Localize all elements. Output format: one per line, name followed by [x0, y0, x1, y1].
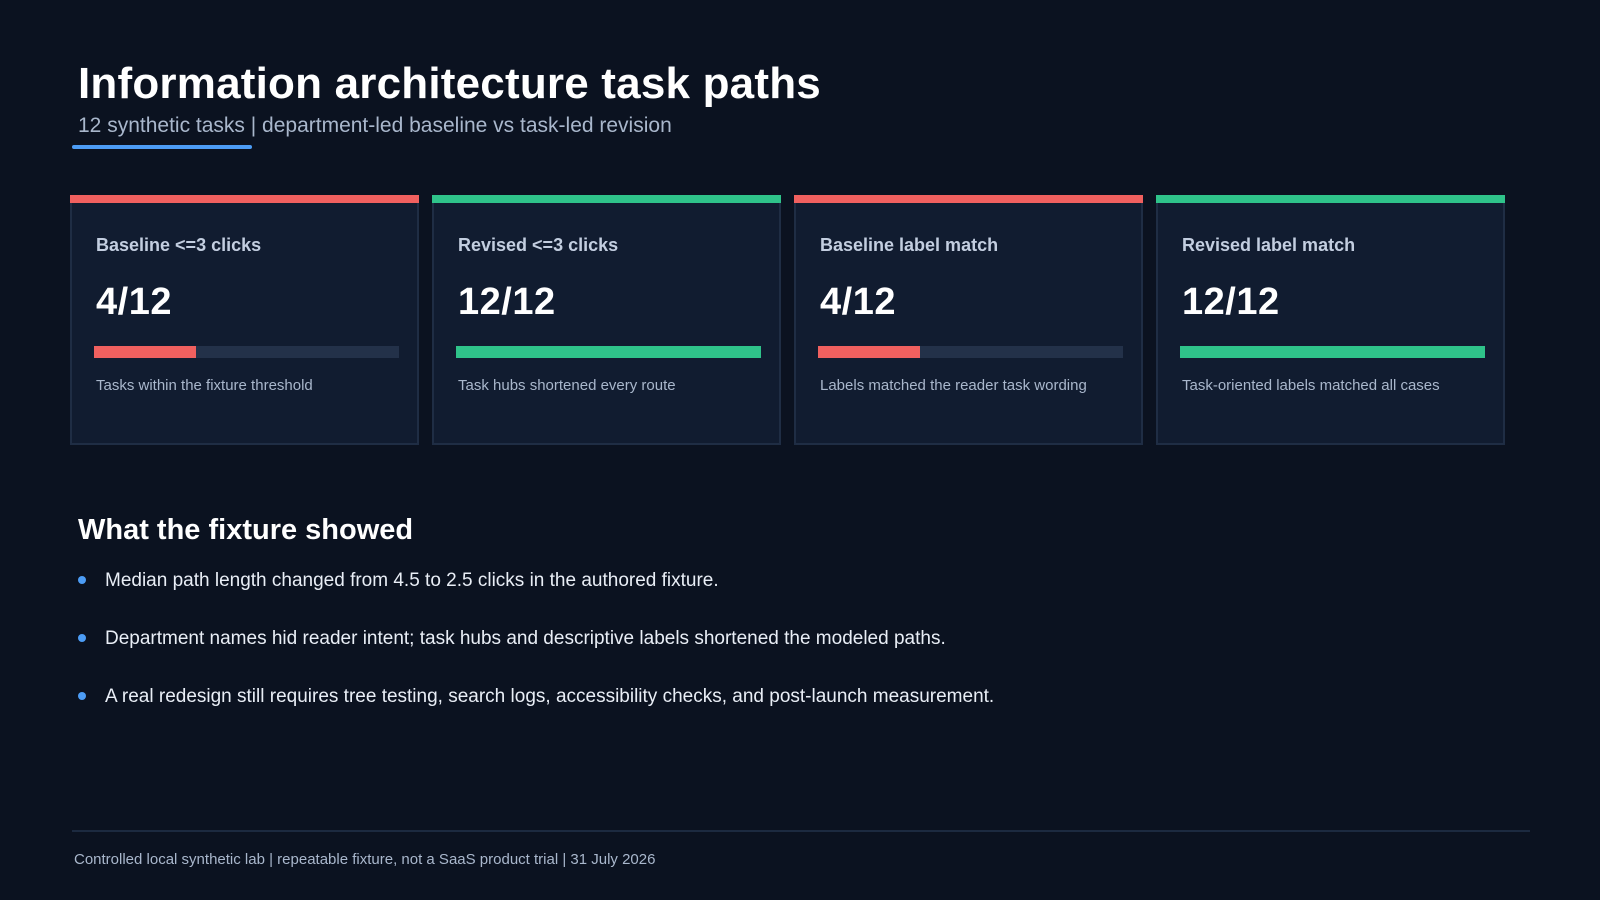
metric-card-revised-label-match: Revised label match 12/12 Task-oriented …	[1156, 195, 1505, 445]
page-title: Information architecture task paths	[78, 59, 821, 108]
page-subtitle: 12 synthetic tasks | department-led base…	[78, 114, 672, 137]
findings-list: Median path length changed from 4.5 to 2…	[78, 568, 994, 742]
list-item: Department names hid reader intent; task…	[78, 626, 994, 684]
card-value: 12/12	[458, 281, 556, 323]
card-note: Task-oriented labels matched all cases	[1182, 377, 1440, 394]
card-status-bar	[432, 195, 781, 203]
progress-track	[1180, 346, 1485, 358]
progress-track	[818, 346, 1123, 358]
list-item: Median path length changed from 4.5 to 2…	[78, 568, 994, 626]
page-header: Information architecture task paths 12 s…	[78, 56, 821, 140]
card-note: Task hubs shortened every route	[458, 377, 676, 394]
metric-cards: Baseline <=3 clicks 4/12 Tasks within th…	[70, 195, 1530, 447]
progress-track	[94, 346, 399, 358]
bullet-dot-icon	[78, 692, 86, 700]
progress-fill	[456, 346, 761, 358]
card-value: 12/12	[1182, 281, 1280, 323]
card-status-bar	[794, 195, 1143, 203]
list-item-text: A real redesign still requires tree test…	[105, 686, 995, 707]
progress-fill	[94, 346, 196, 358]
card-status-bar	[1156, 195, 1505, 203]
card-note: Labels matched the reader task wording	[820, 377, 1087, 394]
list-item: A real redesign still requires tree test…	[78, 684, 994, 742]
card-note: Tasks within the fixture threshold	[96, 377, 313, 394]
bullet-dot-icon	[78, 576, 86, 584]
card-value: 4/12	[96, 281, 172, 323]
progress-fill	[1180, 346, 1485, 358]
metric-card-revised-clicks: Revised <=3 clicks 12/12 Task hubs short…	[432, 195, 781, 445]
card-label: Revised <=3 clicks	[458, 235, 619, 255]
list-item-text: Median path length changed from 4.5 to 2…	[105, 570, 719, 591]
title-underline	[72, 145, 252, 149]
card-label: Baseline <=3 clicks	[96, 235, 262, 255]
list-item-text: Department names hid reader intent; task…	[105, 628, 946, 649]
footer-divider	[72, 830, 1530, 832]
footer-text: Controlled local synthetic lab | repeata…	[74, 851, 656, 868]
card-status-bar	[70, 195, 419, 203]
findings-heading: What the fixture showed	[78, 514, 414, 546]
card-value: 4/12	[820, 281, 896, 323]
progress-fill	[818, 346, 920, 358]
progress-track	[456, 346, 761, 358]
bullet-dot-icon	[78, 634, 86, 642]
metric-card-baseline-clicks: Baseline <=3 clicks 4/12 Tasks within th…	[70, 195, 419, 445]
metric-card-baseline-label-match: Baseline label match 4/12 Labels matched…	[794, 195, 1143, 445]
card-label: Baseline label match	[820, 235, 999, 255]
card-label: Revised label match	[1182, 235, 1356, 255]
